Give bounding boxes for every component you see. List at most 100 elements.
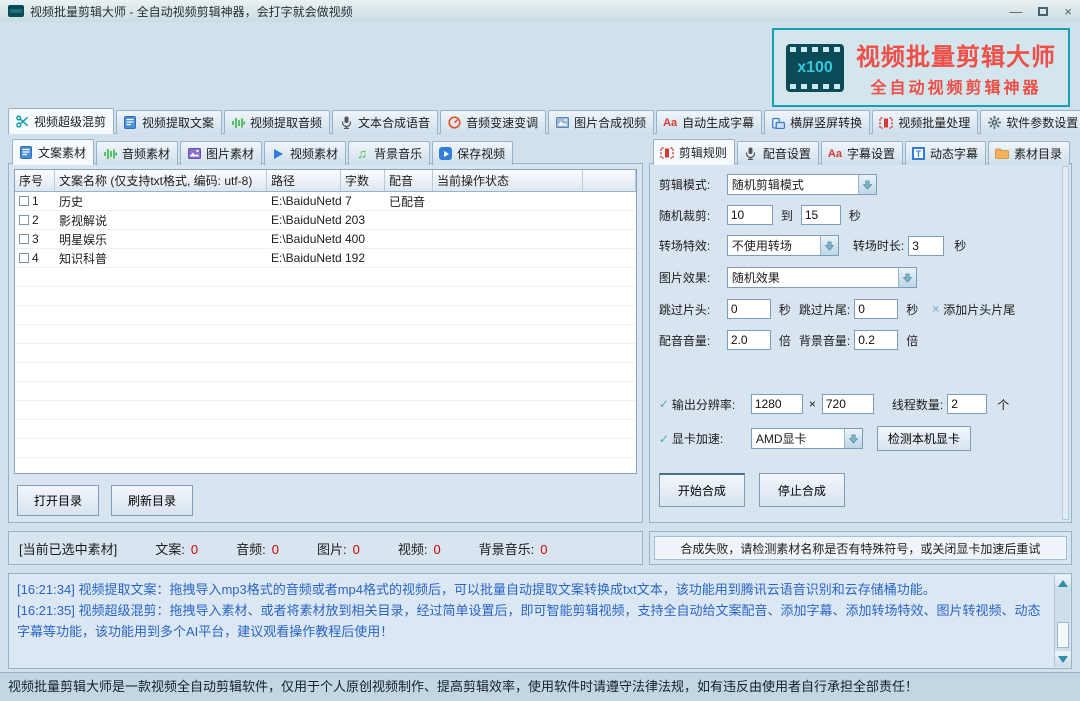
detect-gpu-button[interactable]: 检测本机显卡 xyxy=(877,426,971,451)
start-synthesis-button[interactable]: 开始合成 xyxy=(659,473,745,507)
logo-subtitle: 全自动视频剪辑神器 xyxy=(856,74,1056,98)
main-tab-img2video[interactable]: 图片合成视频 xyxy=(548,110,654,134)
add-intro-outro-label[interactable]: 添加片头片尾 xyxy=(943,301,1015,318)
row-index: 1 xyxy=(32,194,39,208)
row-checkbox[interactable] xyxy=(19,215,29,225)
stop-synthesis-button[interactable]: 停止合成 xyxy=(759,473,845,507)
row-words: 203 xyxy=(341,213,385,227)
subtab-image-material[interactable]: 图片素材 xyxy=(180,141,262,165)
selection-video-count: 视频:0 xyxy=(398,539,441,558)
rtab-edit-rules[interactable]: 剪辑规则 xyxy=(653,139,735,165)
tab-label: 文案素材 xyxy=(38,144,86,161)
gpu-select[interactable]: AMD显卡 xyxy=(751,428,863,449)
table-row[interactable]: 3 明星娱乐 E:\BaiduNetd... 400 xyxy=(15,230,636,249)
image-effect-select[interactable]: 随机效果 xyxy=(727,267,917,288)
col-words[interactable]: 字数 xyxy=(341,170,385,191)
subtab-text-material[interactable]: 文案素材 xyxy=(12,139,94,165)
row-path: E:\BaiduNetd... xyxy=(267,232,341,246)
main-tab-audio-speed[interactable]: 音频变速变调 xyxy=(440,110,546,134)
voice-volume-input[interactable] xyxy=(727,330,771,350)
subtab-bgm[interactable]: ♫ 背景音乐 xyxy=(348,141,430,165)
main-tab-super-mix[interactable]: 视频超级混剪 xyxy=(8,108,114,134)
main-tab-extract-text[interactable]: 视频提取文案 xyxy=(116,110,222,134)
image-effect-value: 随机效果 xyxy=(728,268,898,287)
col-voice[interactable]: 配音 xyxy=(385,170,433,191)
subtab-save-video[interactable]: 保存视频 xyxy=(432,141,513,165)
skip-tail-label: 跳过片尾: xyxy=(799,301,850,318)
col-status[interactable]: 当前操作状态 xyxy=(433,170,583,191)
skip-tail-input[interactable] xyxy=(854,299,898,319)
scroll-up-icon[interactable] xyxy=(1055,575,1071,591)
rtab-material-dir[interactable]: 素材目录 xyxy=(988,141,1070,165)
transition-select[interactable]: 不使用转场 xyxy=(727,235,839,256)
rtab-dynamic-subtitle[interactable]: T 动态字幕 xyxy=(905,141,986,165)
col-index[interactable]: 序号 xyxy=(15,170,55,191)
col-path[interactable]: 路径 xyxy=(267,170,341,191)
image-icon xyxy=(555,116,569,130)
main-tab-settings[interactable]: 软件参数设置 xyxy=(980,110,1080,134)
rtab-voice-settings[interactable]: 配音设置 xyxy=(737,141,819,165)
tab-label: 横屏竖屏转换 xyxy=(790,114,862,131)
selection-image-count: 图片:0 xyxy=(317,539,360,558)
scroll-down-icon[interactable] xyxy=(1055,651,1071,667)
main-tab-screen-rotate[interactable]: 横屏竖屏转换 xyxy=(764,110,870,134)
seconds-unit: 秒 xyxy=(906,301,918,318)
row-checkbox[interactable] xyxy=(19,234,29,244)
table-header: 序号 文案名称 (仅支持txt格式, 编码: utf-8) 路径 字数 配音 当… xyxy=(15,170,636,192)
row-checkbox[interactable] xyxy=(19,196,29,206)
log-scrollbar[interactable] xyxy=(1054,575,1070,667)
transition-duration-input[interactable] xyxy=(908,236,944,256)
row-words: 400 xyxy=(341,232,385,246)
col-name[interactable]: 文案名称 (仅支持txt格式, 编码: utf-8) xyxy=(55,170,267,191)
subtab-audio-material[interactable]: 音频素材 xyxy=(96,141,178,165)
main-tab-tts[interactable]: 文本合成语音 xyxy=(332,110,438,134)
chevron-down-icon xyxy=(898,268,916,287)
threads-input[interactable] xyxy=(947,394,987,414)
row-name: 历史 xyxy=(55,193,267,210)
panel-scrollbar[interactable] xyxy=(1062,166,1069,520)
scrollbar-thumb[interactable] xyxy=(1057,622,1069,648)
check-icon[interactable]: ✓ xyxy=(659,432,669,446)
selection-title: [当前已选中素材] xyxy=(19,539,117,558)
main-tab-extract-audio[interactable]: 视频提取音频 xyxy=(224,110,330,134)
maximize-button[interactable] xyxy=(1038,7,1048,16)
selection-summary-bar: [当前已选中素材] 文案:0 音频:0 图片:0 视频:0 背景音乐:0 xyxy=(8,531,643,565)
subtab-video-material[interactable]: 视频素材 xyxy=(264,141,346,165)
badge-label: x100 xyxy=(797,59,833,77)
table-row[interactable]: 4 知识科普 E:\BaiduNetd... 192 xyxy=(15,249,636,268)
table-row[interactable]: 1 历史 E:\BaiduNetd... 7 已配音 xyxy=(15,192,636,211)
bg-volume-input[interactable] xyxy=(854,330,898,350)
resolution-width-input[interactable] xyxy=(751,394,803,414)
log-line: [16:21:35] 视频超级混剪：拖拽导入素材、或者将素材放到相关目录，经过简… xyxy=(17,600,1045,642)
tab-label: 软件参数设置 xyxy=(1006,114,1078,131)
selection-text-count: 文案:0 xyxy=(155,539,198,558)
open-dir-button[interactable]: 打开目录 xyxy=(17,485,99,516)
close-button[interactable]: × xyxy=(1064,4,1072,19)
random-cut-to-input[interactable] xyxy=(801,205,841,225)
resolution-height-input[interactable] xyxy=(822,394,874,414)
main-tab-auto-subtitle[interactable]: Aa 自动生成字幕 xyxy=(656,110,762,134)
rtab-subtitle-settings[interactable]: Aa 字幕设置 xyxy=(821,141,903,165)
refresh-dir-button[interactable]: 刷新目录 xyxy=(111,485,193,516)
check-icon[interactable]: ✓ xyxy=(659,397,669,411)
main-tab-bar: 视频超级混剪 视频提取文案 视频提取音频 文本合成语音 音频变速变调 图片合成视… xyxy=(8,107,1072,134)
main-tab-batch-process[interactable]: 视频批量处理 xyxy=(872,110,978,134)
table-row[interactable]: 2 影视解说 E:\BaiduNetd... 203 xyxy=(15,211,636,230)
material-tab-bar: 文案素材 音频素材 图片素材 视频素材 ♫ 背景音乐 保存视频 xyxy=(12,138,643,164)
clip-mode-label: 剪辑模式: xyxy=(659,176,723,193)
skip-head-input[interactable] xyxy=(727,299,771,319)
cross-unchecked-icon[interactable]: × xyxy=(932,302,939,316)
row-words: 7 xyxy=(341,194,385,208)
threads-unit: 个 xyxy=(997,396,1009,413)
clip-mode-select[interactable]: 随机剪辑模式 xyxy=(727,174,877,195)
row-checkbox[interactable] xyxy=(19,253,29,263)
log-panel[interactable]: [16:21:34] 视频提取文案：拖拽导入mp3格式的音频或者mp4格式的视频… xyxy=(8,573,1072,669)
tab-label: 视频提取文案 xyxy=(142,114,214,131)
settings-tab-bar: 剪辑规则 配音设置 Aa 字幕设置 T 动态字幕 素材目录 xyxy=(653,138,1072,164)
text-material-panel: 序号 文案名称 (仅支持txt格式, 编码: utf-8) 路径 字数 配音 当… xyxy=(8,163,643,523)
minimize-button[interactable]: — xyxy=(1009,4,1022,19)
document-icon xyxy=(123,116,137,130)
waveform-icon xyxy=(231,116,245,130)
random-cut-from-input[interactable] xyxy=(727,205,773,225)
material-table[interactable]: 序号 文案名称 (仅支持txt格式, 编码: utf-8) 路径 字数 配音 当… xyxy=(14,169,637,474)
